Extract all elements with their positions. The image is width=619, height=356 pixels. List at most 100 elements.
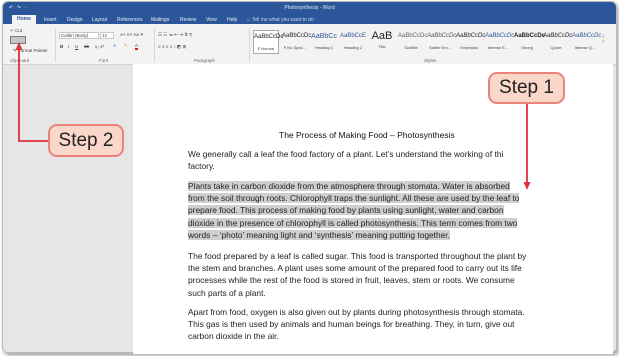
style-quote[interactable]: AaBbCcDc Quote: [543, 30, 573, 54]
style-preview: AaBbCcE: [340, 33, 367, 39]
style-preview: AaBbCcDc: [543, 33, 573, 39]
divider: [154, 28, 155, 62]
paragraph-group-label: Paragraph: [194, 58, 216, 63]
divider: [55, 28, 56, 62]
strikethrough-button[interactable]: ab: [84, 44, 89, 49]
bold-button[interactable]: B: [60, 44, 63, 49]
style-name: Heading 2: [343, 45, 363, 50]
style-subtitle[interactable]: AaBbCcDc Subtitle: [398, 30, 428, 54]
style-name: Heading 1: [314, 45, 334, 50]
font-size-dropdown[interactable]: 12: [100, 32, 115, 39]
paintbrush-icon: ✎: [13, 48, 17, 53]
text-line: This gas is then used by animals and hum…: [188, 319, 515, 330]
style-name: ¶ Normal: [257, 46, 275, 51]
style-preview: AaBbCcDc: [456, 33, 486, 39]
tell-me-text: Tell me what you want to do: [251, 17, 314, 23]
style-preview: AaBbCcDc: [254, 34, 284, 40]
tab-references[interactable]: References: [117, 17, 143, 23]
tab-help[interactable]: Help: [227, 17, 237, 23]
tell-me-search[interactable]: ☼ Tell me what you want to do: [246, 17, 314, 23]
subscript-superscript-buttons[interactable]: x₂ x²: [95, 44, 104, 49]
cut-button[interactable]: ✂ Cut: [10, 28, 22, 34]
scissors-icon: ✂: [10, 28, 14, 33]
style-name: Intense Q...: [574, 45, 596, 50]
style-preview: AaBbCcDc: [398, 33, 428, 39]
selected-text-line: prepare food. This process of making foo…: [188, 205, 504, 216]
style-name: Intense E...: [487, 45, 509, 50]
style-preview: AaBbCc: [311, 33, 337, 40]
copy-button-highlight: [10, 36, 26, 44]
selected-text-line: dioxide in the presence of chlorophyll i…: [188, 217, 518, 228]
italic-button[interactable]: I: [68, 44, 69, 49]
style-name: Quote: [550, 45, 562, 50]
list-buttons[interactable]: ☰ ☷ ≔ ⇤ ⇥ ⇅ ¶: [158, 32, 192, 38]
align-buttons[interactable]: ≡ ≡ ≡ ≡ ↕ ◩ ⊞: [158, 44, 186, 50]
style-no-spacing[interactable]: AaBbCcDc ¶ No Spac...: [282, 30, 312, 54]
format-painter-label: Format Painter: [18, 48, 48, 53]
style-emphasis[interactable]: AaBbCcDc Emphasis: [456, 30, 486, 54]
divider: [249, 28, 250, 62]
style-preview: AaBbCcDc: [514, 33, 546, 39]
step1-callout: Step 1: [488, 72, 565, 104]
style-preview: AaBbCcDc: [282, 33, 312, 39]
format-painter-button[interactable]: ✎ Format Painter: [13, 48, 48, 54]
style-intense-quote[interactable]: AaBbCcDc Intense Q...: [572, 30, 602, 54]
style-name: Subtitle: [404, 45, 418, 50]
tab-insert[interactable]: Insert: [44, 17, 57, 23]
style-preview: AaBbCcDc: [485, 33, 515, 39]
paragraph-1: We generally call a leaf the food factor…: [188, 148, 503, 172]
tab-mailings[interactable]: Mailings: [151, 17, 169, 23]
tab-review[interactable]: Review: [180, 17, 196, 23]
style-heading-1[interactable]: AaBbCc Heading 1: [311, 30, 337, 54]
style-name: Strong: [521, 45, 533, 50]
underline-button[interactable]: U: [75, 44, 78, 49]
text-line: We generally call a leaf the food factor…: [188, 149, 504, 159]
style-name: Title: [378, 44, 386, 49]
tab-home[interactable]: Home: [12, 15, 36, 24]
style-strong[interactable]: AaBbCcDc Strong: [514, 30, 546, 54]
tab-view[interactable]: View: [206, 17, 217, 23]
tab-layout[interactable]: Layout: [92, 17, 107, 23]
step2-callout: Step 2: [48, 124, 124, 157]
title-bar: ↶ ↷ · Photosynthesis - Word: [3, 2, 616, 14]
style-preview: AaBbCcDc: [427, 33, 457, 39]
text-line: carbon dioxide in the air.: [188, 331, 279, 342]
text-line: such parts of a plant.: [188, 287, 266, 298]
text-line: The food prepared by a leaf is called su…: [188, 251, 527, 261]
text-line: Apart from food, oxygen is also given ou…: [188, 307, 525, 317]
text-effects-button[interactable]: A: [113, 43, 116, 48]
window-title: Photosynthesis - Word: [284, 5, 335, 11]
style-heading-2[interactable]: AaBbCcE Heading 2: [340, 30, 366, 54]
text-line: processes while the rest of the food is …: [188, 275, 515, 286]
highlight-color-button[interactable]: ✎: [124, 43, 128, 49]
paragraph-3: The food prepared by a leaf is called su…: [188, 250, 526, 299]
style-title[interactable]: AaB Title: [369, 30, 395, 54]
font-size-buttons[interactable]: A˄ A˅ Aa ✦: [120, 32, 144, 38]
paragraph-2-selected[interactable]: Plants take in carbon dioxide from the a…: [188, 180, 520, 241]
ribbon: ✂ Cut ❐ Copy ✎ Format Painter Clipboard …: [3, 24, 616, 65]
style-name: ¶ No Spac...: [284, 45, 306, 50]
text-line: factory.: [188, 161, 215, 172]
ribbon-tab-bar: Home Insert Design Layout References Mai…: [3, 14, 616, 24]
clipboard-group-label: Clipboard: [10, 58, 30, 63]
styles-group-label: Styles: [424, 58, 437, 63]
styles-scroll-arrows[interactable]: ˄ ˅: [602, 34, 605, 44]
paragraph-4: Apart from food, oxygen is also given ou…: [188, 306, 525, 343]
font-color-button[interactable]: A: [135, 43, 139, 50]
text-line: the stem and branches. A plant uses some…: [188, 263, 522, 274]
selected-text-line: words – ‘photo’ meaning light and ‘synth…: [188, 229, 450, 240]
font-name-dropdown[interactable]: Calibri (Body): [59, 32, 100, 39]
selected-text-line: Plants take in carbon dioxide from the a…: [188, 181, 510, 191]
font-group-label: Font: [99, 58, 109, 63]
cut-label: Cut: [15, 28, 23, 33]
style-normal[interactable]: AaBbCcDc ¶ Normal: [253, 30, 284, 54]
style-preview: AaBbCcDc: [572, 33, 602, 39]
lightbulb-icon: ☼: [246, 17, 251, 23]
style-subtle-emphasis[interactable]: AaBbCcDc Subtle Em...: [427, 30, 457, 54]
selected-text-line: from the soil through roots. Chlorophyll…: [188, 193, 520, 204]
document-heading: The Process of Making Food – Photosynthe…: [279, 130, 455, 140]
style-preview: AaB: [371, 30, 393, 42]
tab-design[interactable]: Design: [67, 17, 83, 23]
style-name: Subtle Em...: [429, 45, 451, 50]
style-intense-emphasis[interactable]: AaBbCcDc Intense E...: [485, 30, 515, 54]
